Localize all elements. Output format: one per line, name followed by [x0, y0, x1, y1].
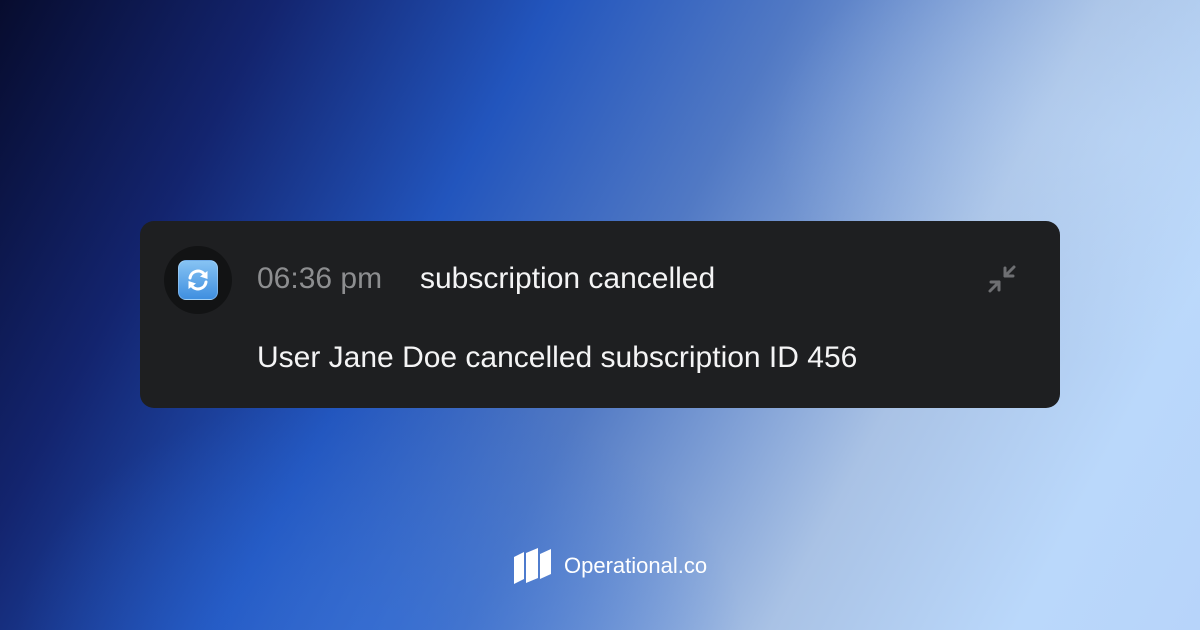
brand-name: Operational.co [564, 553, 708, 578]
app-icon-avatar [164, 246, 232, 314]
operational-logo-icon [514, 548, 551, 584]
notification-time: 06:36 pm [257, 262, 383, 295]
notification-title: subscription cancelled [420, 262, 716, 295]
notification-message: User Jane Doe cancelled subscription ID … [257, 341, 858, 374]
anticlockwise-arrows-icon [178, 260, 218, 300]
notification-card[interactable]: 06:36 pm subscription cancelled User Jan… [140, 221, 1060, 408]
collapse-button[interactable] [978, 255, 1026, 303]
collapse-arrows-icon [988, 265, 1016, 293]
brand-footer[interactable]: Operational.co [512, 548, 707, 584]
